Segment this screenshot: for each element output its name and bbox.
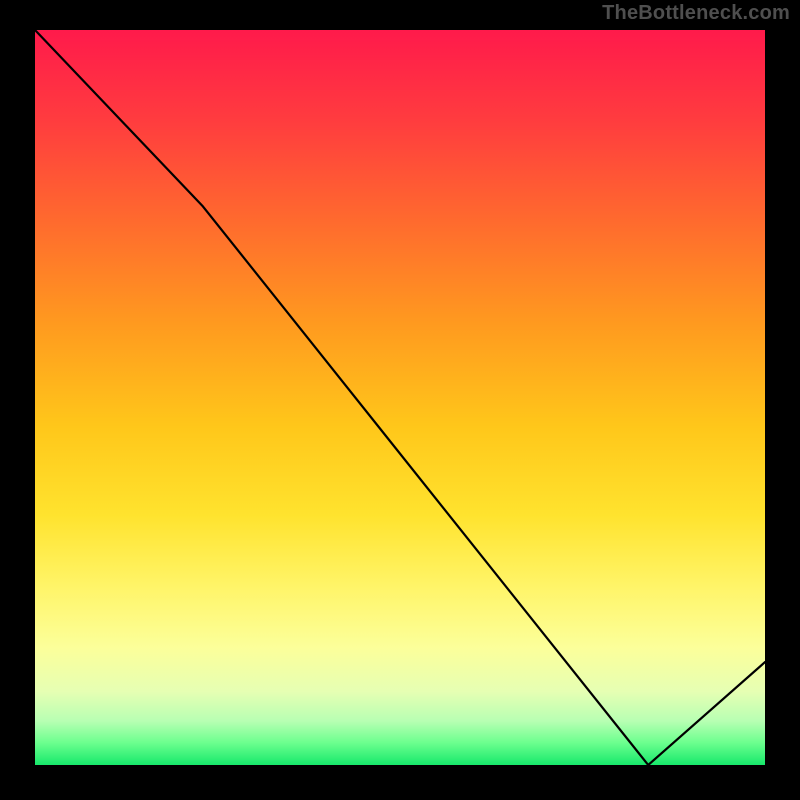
watermark-text: TheBottleneck.com xyxy=(602,2,790,25)
chart-plot-area xyxy=(35,30,765,765)
chart-line-layer xyxy=(35,30,765,765)
bottleneck-curve xyxy=(35,30,765,765)
chart-frame: TheBottleneck.com xyxy=(0,0,800,800)
